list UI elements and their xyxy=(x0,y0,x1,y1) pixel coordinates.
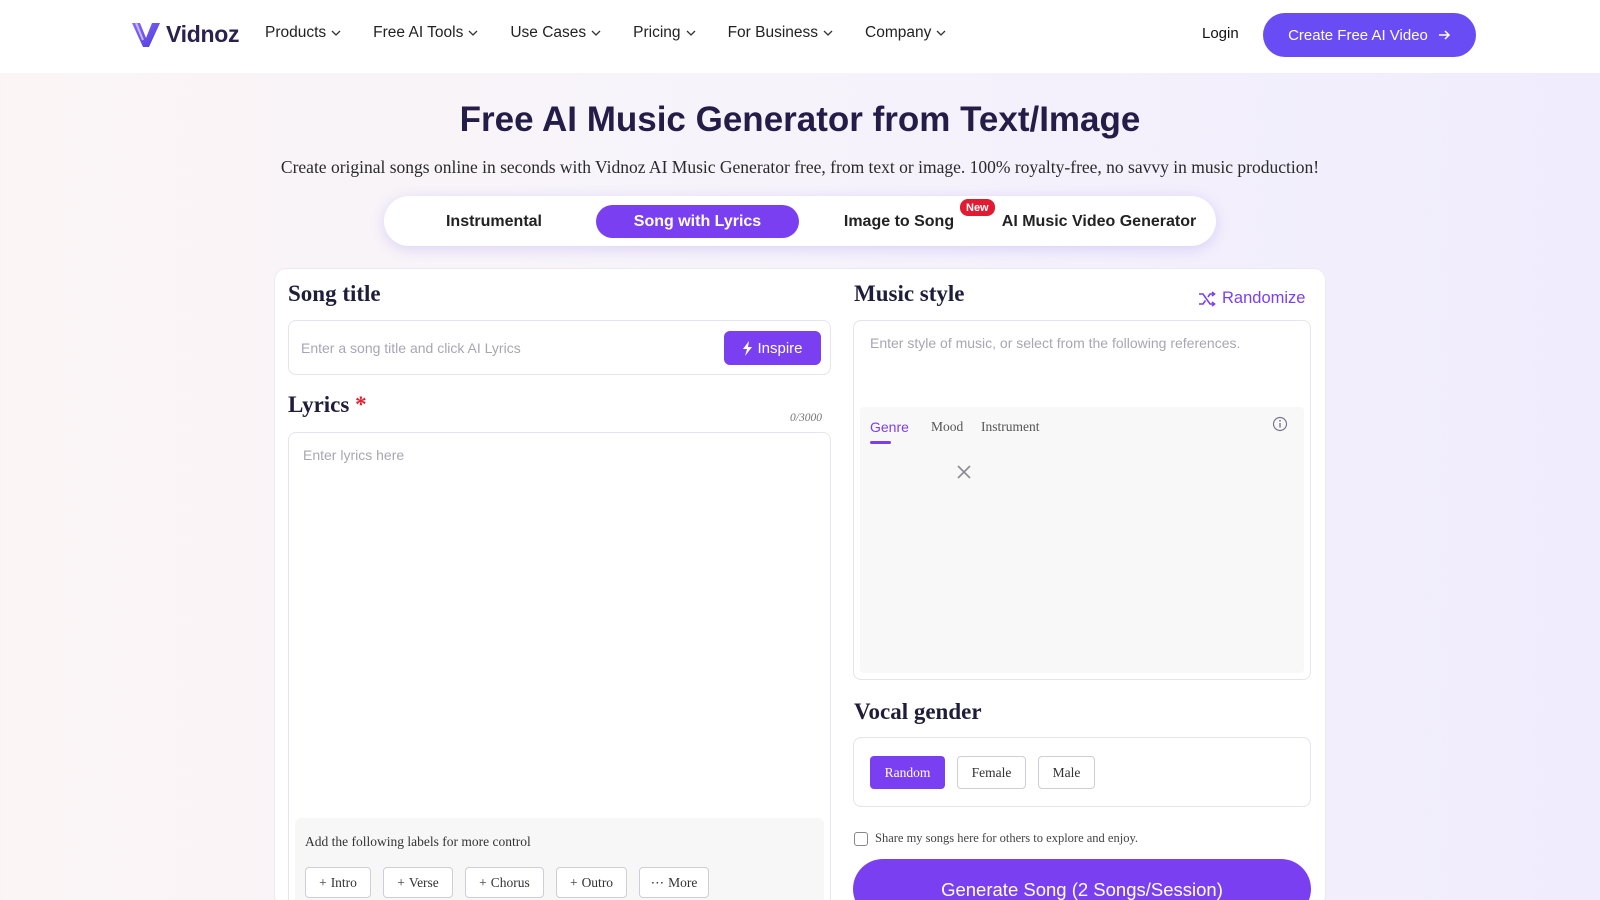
chevron-down-icon xyxy=(331,30,341,36)
music-style-textarea[interactable] xyxy=(870,335,1290,391)
label-intro-button[interactable]: + Intro xyxy=(305,867,371,898)
randomize-button[interactable]: Randomize xyxy=(1198,289,1305,308)
vidnoz-logo-icon xyxy=(132,22,160,47)
chevron-down-icon xyxy=(686,30,696,36)
menu-use-cases[interactable]: Use Cases xyxy=(510,24,601,42)
lyrics-heading: Lyrics * xyxy=(288,392,367,418)
top-navbar: Vidnoz Products Free AI Tools Use Cases … xyxy=(0,0,1600,73)
main-menu: Products Free AI Tools Use Cases Pricing… xyxy=(265,24,978,42)
label-outro-button[interactable]: + Outro xyxy=(556,867,627,898)
menu-label: Use Cases xyxy=(510,24,587,41)
new-badge: New xyxy=(960,199,995,216)
song-title-heading: Song title xyxy=(288,281,381,306)
active-tab-underline xyxy=(870,441,891,444)
plus-icon: + xyxy=(479,874,487,890)
menu-products[interactable]: Products xyxy=(265,24,341,42)
share-songs-label: Share my songs here for others to explor… xyxy=(875,831,1139,845)
vocal-gender-heading: Vocal gender xyxy=(854,699,982,724)
page-subtitle: Create original songs online in seconds … xyxy=(280,157,1320,177)
inspire-label: Inspire xyxy=(757,339,803,357)
label-text: Chorus xyxy=(490,874,530,890)
label-more-button[interactable]: ⋯ More xyxy=(639,867,709,898)
info-icon[interactable] xyxy=(1272,416,1288,432)
label-text: Outro xyxy=(581,874,614,890)
arrow-right-icon xyxy=(1438,30,1450,40)
chevron-down-icon xyxy=(936,30,946,36)
shuffle-icon xyxy=(1199,290,1216,307)
more-dots-icon: ⋯ xyxy=(650,874,665,890)
share-songs-row: Share my songs here for others to explor… xyxy=(854,831,1138,846)
song-title-input[interactable] xyxy=(301,334,701,362)
menu-label: Pricing xyxy=(633,24,681,41)
vidnoz-logo[interactable]: Vidnoz xyxy=(130,18,239,50)
lightning-icon xyxy=(743,340,753,356)
chevron-down-icon xyxy=(591,30,601,36)
menu-pricing[interactable]: Pricing xyxy=(633,24,696,42)
style-tab-instrument[interactable]: Instrument xyxy=(981,419,1040,435)
menu-label: Products xyxy=(265,24,327,41)
lyrics-field: Add the following labels for more contro… xyxy=(288,432,831,900)
required-mark: * xyxy=(355,392,367,417)
vocal-gender-field: Random Female Male xyxy=(853,737,1311,807)
plus-icon: + xyxy=(319,874,327,890)
lyrics-char-counter: 0/3000 xyxy=(790,412,822,424)
cta-label: Create Free AI Video xyxy=(1288,26,1428,44)
label-chorus-button[interactable]: + Chorus xyxy=(465,867,544,898)
song-title-field: Inspire xyxy=(288,320,831,375)
lyrics-textarea[interactable] xyxy=(303,447,813,807)
menu-label: Free AI Tools xyxy=(373,24,464,41)
tab-song-with-lyrics[interactable]: Song with Lyrics xyxy=(596,205,799,238)
vocal-random-button[interactable]: Random xyxy=(870,756,945,789)
label-text: Intro xyxy=(330,874,357,890)
label-text: More xyxy=(668,874,698,890)
style-tab-genre[interactable]: Genre xyxy=(870,419,909,435)
tab-instrumental[interactable]: Instrumental xyxy=(404,205,584,238)
vocal-male-button[interactable]: Male xyxy=(1038,756,1095,789)
login-link[interactable]: Login xyxy=(1202,25,1239,42)
music-style-field: Genre Mood Instrument xyxy=(853,320,1311,680)
vocal-female-button[interactable]: Female xyxy=(957,756,1026,789)
chevron-down-icon xyxy=(823,30,833,36)
music-style-heading: Music style xyxy=(854,281,965,306)
page-title: Free AI Music Generator from Text/Image xyxy=(459,100,1141,139)
tab-image-to-song[interactable]: Image to Song xyxy=(814,205,984,238)
plus-icon: + xyxy=(569,874,578,890)
tab-ai-music-video-generator[interactable]: AI Music Video Generator xyxy=(996,205,1202,238)
close-icon[interactable] xyxy=(956,464,972,480)
labels-hint: Add the following labels for more contro… xyxy=(305,834,531,849)
lyrics-heading-text: Lyrics xyxy=(288,392,350,417)
plus-icon: + xyxy=(397,874,405,890)
menu-label: For Business xyxy=(727,24,819,41)
create-free-ai-video-button[interactable]: Create Free AI Video xyxy=(1263,13,1476,57)
generate-song-button[interactable]: Generate Song (2 Songs/Session) xyxy=(853,859,1311,900)
menu-company[interactable]: Company xyxy=(865,24,946,42)
inspire-button[interactable]: Inspire xyxy=(724,331,821,365)
chevron-down-icon xyxy=(468,30,478,36)
logo-text: Vidnoz xyxy=(166,20,240,47)
randomize-label: Randomize xyxy=(1222,289,1306,307)
style-reference-panel: Genre Mood Instrument xyxy=(860,407,1304,673)
menu-label: Company xyxy=(865,24,932,41)
lyrics-labels-panel: Add the following labels for more contro… xyxy=(295,818,824,900)
share-songs-checkbox[interactable] xyxy=(854,831,868,846)
label-text: Verse xyxy=(408,874,439,890)
menu-for-business[interactable]: For Business xyxy=(728,24,833,42)
label-verse-button[interactable]: + Verse xyxy=(383,867,453,898)
menu-free-ai-tools[interactable]: Free AI Tools xyxy=(373,24,478,42)
mode-tabs: Instrumental Song with Lyrics Image to S… xyxy=(384,196,1216,246)
style-tab-mood[interactable]: Mood xyxy=(931,419,963,435)
